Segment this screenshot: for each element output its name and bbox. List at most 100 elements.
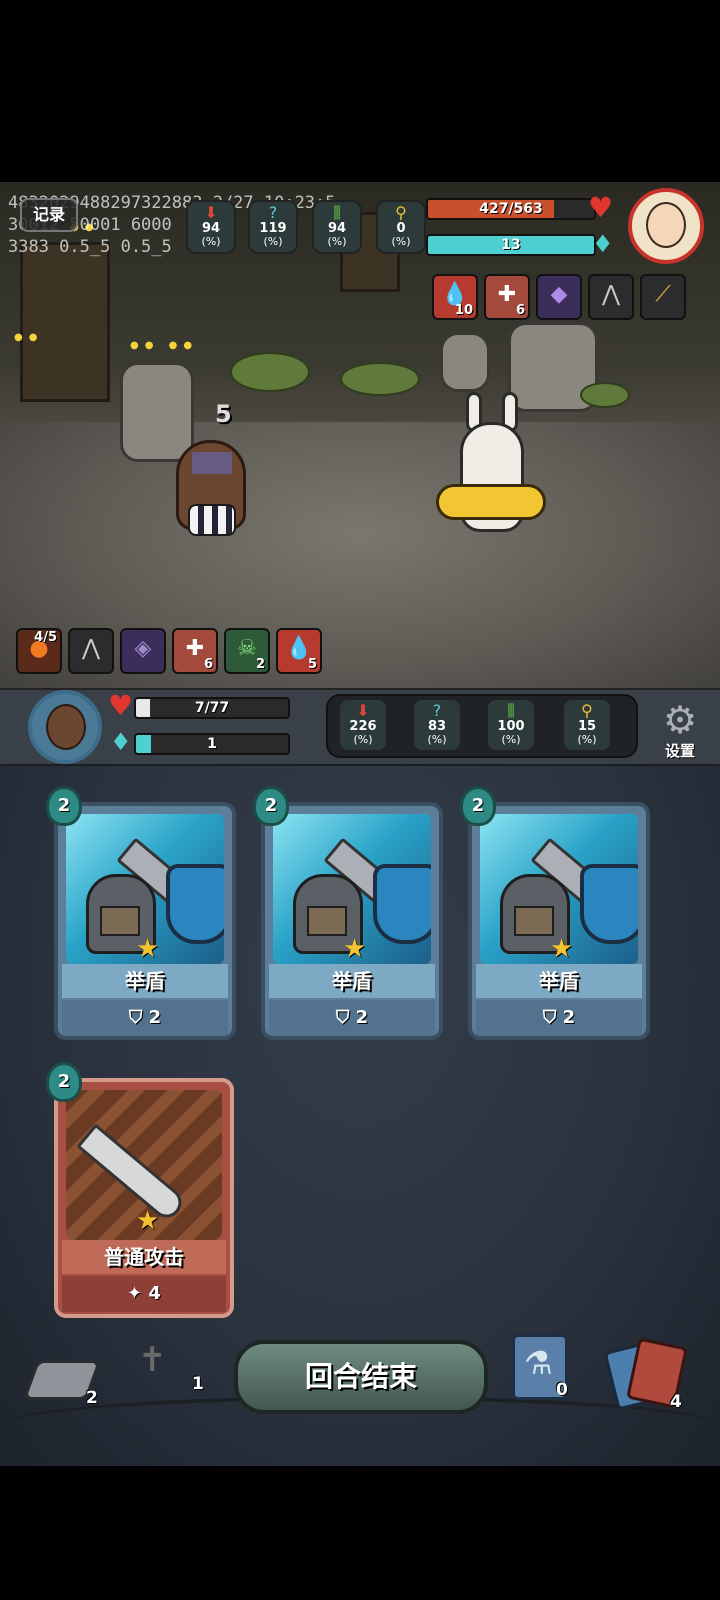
stat-unit: (%) (391, 235, 411, 248)
knight-face (100, 906, 140, 936)
grave-pile-count: 1 (192, 1374, 204, 1394)
discard-pile[interactable]: 4 (603, 1336, 694, 1416)
buff-count: 10 (454, 303, 473, 318)
potion-flask-icon: ⚗ (524, 1344, 553, 1382)
buff-count: 2 (255, 657, 265, 672)
player-attack-stat: ⬇ 226 (%) (338, 698, 388, 752)
enemy-face (646, 202, 686, 248)
player-buff-bleed[interactable]: 💧 5 (276, 628, 322, 674)
stat-value: 0 (396, 221, 406, 236)
card-name: 举盾 (476, 964, 642, 998)
bush (340, 362, 420, 396)
enemy-defense-stat: ⫼ 94 (%) (312, 200, 362, 254)
player-dodge-stat: ? 83 (%) (412, 698, 462, 752)
glowing-eyes: ●● ●● (130, 340, 199, 351)
heart-icon: ♥ (108, 689, 134, 722)
horn-icon: ⟋ (655, 282, 671, 307)
discard-pile-count: 4 (670, 1392, 682, 1412)
card-name: 普通攻击 (62, 1240, 226, 1274)
player-buff-crystal[interactable]: ◈ (120, 628, 166, 674)
stat-unit: (%) (353, 733, 373, 746)
dodge-icon: ? (432, 701, 442, 720)
player-face (46, 704, 86, 750)
stat-value: 94 (201, 221, 221, 236)
enemy-energy-text: 13 (501, 237, 521, 253)
stat-unit: (%) (577, 733, 597, 746)
stat-unit: (%) (327, 235, 347, 248)
card-raise-shield[interactable]: ★ 举盾 ⛉ 2 (468, 802, 650, 1040)
tombstone (440, 332, 490, 392)
card-cost: 2 (253, 786, 289, 826)
enemy-buff-horn[interactable]: ⟋ (640, 274, 686, 320)
card-effect: ⛉ 2 (269, 1000, 435, 1036)
card-effect-value: 2 (562, 1007, 576, 1028)
enemy-attack-stat: ⬇ 94 (%) (186, 200, 236, 254)
stat-value: 226 (349, 719, 377, 734)
star-icon: ★ (136, 1206, 160, 1236)
player-crit-stat: ⚲ 15 (%) (562, 698, 612, 752)
enemy-buff-spirit-crystal[interactable]: ◆ (536, 274, 582, 320)
claw-trap-icon: ⋀ (81, 636, 101, 661)
stat-unit: (%) (263, 235, 283, 248)
draw-pile[interactable]: 2 (22, 1354, 102, 1410)
sword-art (76, 1123, 188, 1224)
enemy-dodge-stat: ? 119 (%) (248, 200, 298, 254)
enemy-hp-text: 427/563 (479, 201, 543, 217)
enemy-character[interactable] (432, 392, 562, 560)
player-buff-fire-orb[interactable]: ● 4/5 (16, 628, 62, 674)
record-button[interactable]: 记录 (20, 198, 78, 232)
draw-pile-count: 2 (86, 1388, 98, 1408)
stat-unit: (%) (501, 733, 521, 746)
claw-trap-icon: ⋀ (601, 282, 621, 307)
star-icon: ★ (550, 934, 574, 964)
potion-slot[interactable]: ⚗ 0 (510, 1332, 576, 1404)
player-hp-text: 7/77 (194, 700, 230, 716)
card-cost: 2 (46, 1062, 82, 1102)
card-effect: ⛉ 2 (62, 1000, 228, 1036)
stat-value: 15 (577, 719, 597, 734)
enemy-buff-claw-trap[interactable]: ⋀ (588, 274, 634, 320)
potion-count: 0 (556, 1380, 568, 1400)
spirit-crystal-icon: ◆ (550, 282, 568, 307)
crit-icon: ⚲ (395, 203, 407, 222)
stat-unit: (%) (427, 733, 447, 746)
card-raise-shield[interactable]: ★ 举盾 ⛉ 2 (54, 802, 236, 1040)
card-basic-attack[interactable]: ★ 普通攻击 ✦ 4 (54, 1078, 234, 1318)
grave-pile[interactable]: ✝ 1 (128, 1340, 208, 1402)
buff-count: 4/5 (34, 630, 57, 645)
card-name: 举盾 (269, 964, 435, 998)
settings-label: 设置 (664, 742, 695, 760)
settings-button[interactable]: ⚙ 设置 (650, 700, 710, 764)
bush (580, 382, 630, 408)
glowing-eyes: ●● (14, 332, 44, 343)
shield-icon: ⛉ (542, 1007, 563, 1028)
dead-tree (20, 242, 110, 402)
end-turn-button[interactable]: 回合结束 (234, 1340, 488, 1414)
heart-icon: ♥ (588, 191, 614, 224)
striped-pants (188, 504, 236, 536)
enemy-portrait[interactable] (628, 188, 704, 264)
battle-scene: ●● ●● ●● ●● (0, 182, 720, 700)
player-buff-bandage[interactable]: ✚ 6 (172, 628, 218, 674)
player-buff-skull[interactable]: ☠ 2 (224, 628, 270, 674)
stat-value: 100 (497, 719, 525, 734)
player-character[interactable] (166, 420, 286, 560)
gear-icon: ⚙ (662, 698, 698, 742)
player-buff-claw-trap[interactable]: ⋀ (68, 628, 114, 674)
enemy-buff-bandage[interactable]: ✚ 6 (484, 274, 530, 320)
dodge-icon: ? (268, 203, 278, 222)
enemy-buff-bleed[interactable]: 💧 10 (432, 274, 478, 320)
player-portrait[interactable] (28, 690, 102, 764)
buff-count: 5 (307, 657, 317, 672)
hit-number: 5 (215, 400, 232, 428)
attack-icon: ⬇ (356, 701, 370, 720)
player-energy-bar: 1 (134, 733, 290, 755)
player-energy-text: 1 (207, 736, 217, 752)
card-raise-shield[interactable]: ★ 举盾 ⛉ 2 (261, 802, 443, 1040)
enemy-energy-bar: 13 (426, 234, 596, 256)
stat-value: 119 (259, 221, 287, 236)
top-letterbox (0, 0, 720, 182)
duck-swim-ring (436, 484, 546, 520)
star-icon: ★ (136, 934, 160, 964)
stat-value: 83 (427, 719, 447, 734)
